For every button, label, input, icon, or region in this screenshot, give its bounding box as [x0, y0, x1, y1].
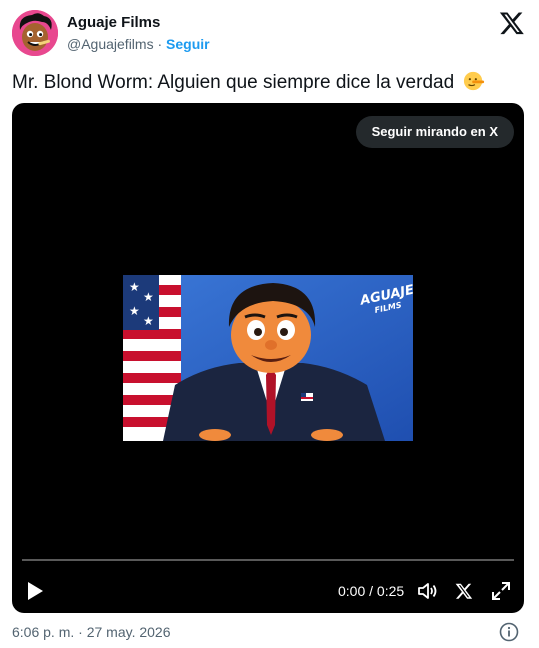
tweet-body: Mr. Blond Worm: Alguien que siempre dice…	[12, 72, 455, 93]
svg-text:★: ★	[143, 314, 154, 328]
follow-button[interactable]: Seguir	[166, 36, 210, 52]
expand-icon[interactable]	[491, 581, 511, 601]
x-logo-icon[interactable]	[499, 10, 525, 36]
video-thumbnail[interactable]: ★ ★ ★ ★ AGUAJE FILMS	[123, 275, 413, 441]
video-time: 0:00 / 0:25	[338, 583, 405, 599]
lying-face-emoji-icon	[464, 71, 485, 91]
author-handle[interactable]: @Aguajefilms	[67, 36, 154, 52]
svg-text:★: ★	[143, 290, 154, 304]
cartoon-avatar-icon	[12, 10, 58, 56]
svg-text:★: ★	[129, 304, 140, 318]
tweet-header: Aguaje Films @Aguajefilms · Seguir	[12, 8, 527, 58]
avatar[interactable]	[12, 10, 58, 56]
separator-dot: ·	[157, 36, 163, 52]
video-controls: 0:00 / 0:25	[12, 573, 524, 609]
tweet-timestamp[interactable]: 6:06 p. m. · 27 may. 2026	[12, 624, 171, 640]
author-handle-line: @Aguajefilms · Seguir	[67, 36, 210, 52]
tweet-text: Mr. Blond Worm: Alguien que siempre dice…	[12, 70, 485, 94]
play-icon[interactable]	[26, 581, 44, 601]
keep-watching-button[interactable]: Seguir mirando en X	[355, 116, 514, 148]
info-icon[interactable]	[499, 622, 519, 642]
video-player[interactable]: Seguir mirando en X ★ ★ ★ ★ AGUAJE FILMS…	[12, 103, 524, 613]
author-name[interactable]: Aguaje Films	[67, 14, 160, 31]
x-logo-icon[interactable]	[455, 582, 473, 600]
svg-text:★: ★	[129, 280, 140, 294]
volume-icon[interactable]	[417, 581, 439, 601]
video-progress-bar[interactable]	[22, 559, 514, 561]
